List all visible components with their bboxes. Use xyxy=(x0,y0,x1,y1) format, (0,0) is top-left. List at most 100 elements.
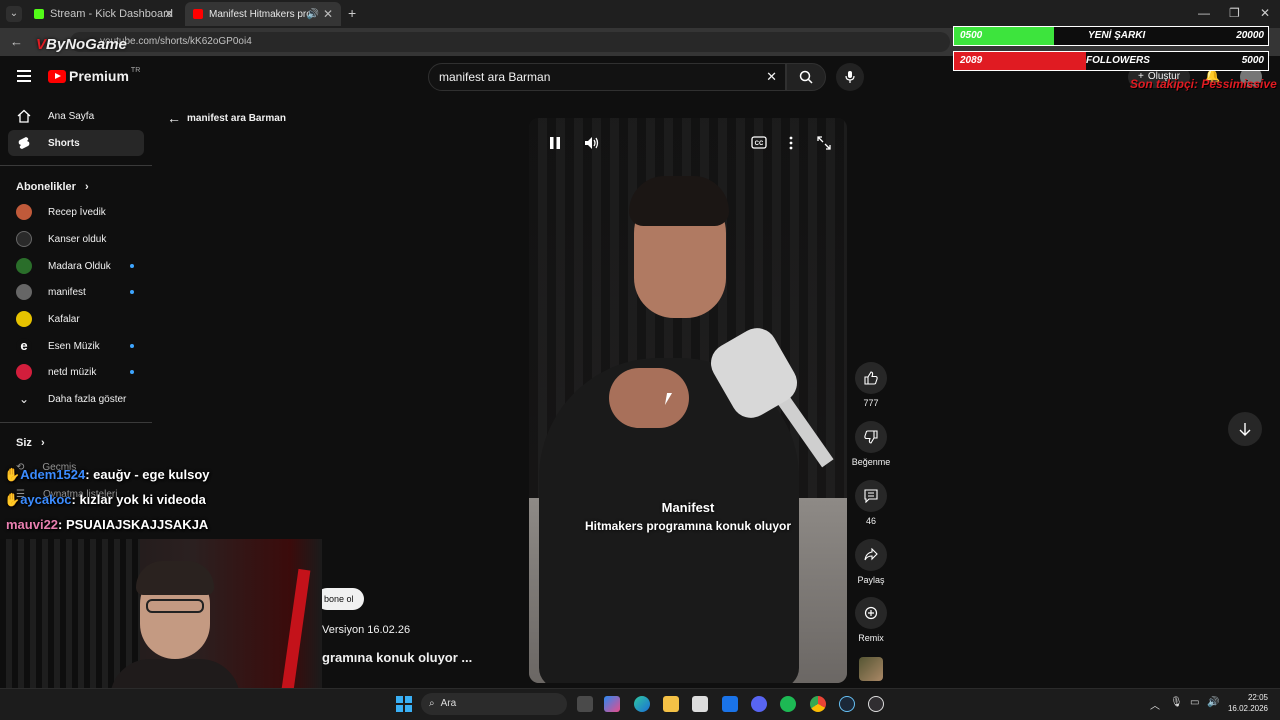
sidebar-item-shorts[interactable]: Shorts xyxy=(8,130,144,156)
fullscreen-button[interactable] xyxy=(817,136,831,155)
monitor-tray-icon[interactable]: ▭ xyxy=(1190,697,1199,708)
sidebar-sub-recep-ivedik[interactable]: Recep İvedik xyxy=(8,199,144,225)
menu-icon[interactable] xyxy=(17,70,31,82)
browser-tab-bar: ⌄ Stream - Kick Dashboard ✕ Manifest Hit… xyxy=(0,0,1280,28)
more-options-button[interactable] xyxy=(789,136,793,155)
back-to-search[interactable]: ← manifest ara Barman xyxy=(167,110,286,126)
close-tab-icon[interactable]: ✕ xyxy=(323,7,333,21)
sidebar: Ana Sayfa Shorts Abonelikler › Recep İve… xyxy=(0,100,152,460)
obs-icon[interactable] xyxy=(868,696,884,712)
shorts-icon xyxy=(16,135,32,151)
voice-search-button[interactable] xyxy=(836,63,864,91)
spotify-icon[interactable] xyxy=(780,696,796,712)
remix-label: Remix xyxy=(858,633,884,643)
video-version: Versiyon 16.02.26 xyxy=(322,624,411,636)
clock-date: 16.02.2026 xyxy=(1227,704,1268,713)
captions-button[interactable]: CC xyxy=(751,136,767,154)
arrow-down-icon xyxy=(1239,423,1251,436)
avatar xyxy=(16,284,32,300)
store-icon[interactable] xyxy=(692,696,708,712)
channel-thumbnail[interactable] xyxy=(859,657,883,681)
pause-button[interactable] xyxy=(549,136,561,155)
sidebar-divider xyxy=(0,165,152,166)
chat-emote-icon: ✋ xyxy=(4,492,21,507)
pause-icon xyxy=(550,137,560,149)
clear-search-icon[interactable]: ✕ xyxy=(766,64,777,90)
youtube-icon xyxy=(193,9,203,19)
search-input[interactable]: manifest ara Barman ✕ xyxy=(428,63,786,91)
song-goal-bar: 0500 YENİ ŞARKI 20000 xyxy=(953,26,1269,46)
tray-chevron-icon[interactable]: ︿ xyxy=(1150,697,1160,712)
avatar xyxy=(16,204,32,220)
comments-button[interactable]: 46 xyxy=(850,480,892,526)
chevron-right-icon: › xyxy=(84,181,89,193)
next-video-button[interactable] xyxy=(1228,412,1262,446)
close-tab-icon[interactable]: ✕ xyxy=(164,7,174,21)
chat-message: mauvi22: PSUAIAJSKAJJSAKJA xyxy=(6,517,208,532)
search-icon: ⌕ xyxy=(429,698,435,709)
person-hair xyxy=(629,176,729,226)
sidebar-sub-netd-muzik[interactable]: netd müzik xyxy=(8,359,144,385)
dislike-label: Beğenme xyxy=(851,457,891,467)
task-view-icon[interactable] xyxy=(577,696,593,712)
share-label: Paylaş xyxy=(857,575,885,585)
volume-tray-icon[interactable]: 🔊 xyxy=(1207,697,1219,708)
follower-goal-current: 2089 xyxy=(960,55,983,66)
thumbs-down-icon xyxy=(864,430,878,444)
share-button[interactable]: Paylaş xyxy=(850,539,892,585)
edge-icon[interactable] xyxy=(634,696,650,712)
mic-tray-icon[interactable]: 🎙 xyxy=(1170,697,1183,708)
back-icon[interactable]: ← xyxy=(10,34,23,49)
comment-count: 46 xyxy=(865,516,876,526)
last-follower-text: Son takipçi: Pessimissive xyxy=(1130,77,1277,91)
hands xyxy=(609,368,689,428)
speaker-icon[interactable]: 🔊 xyxy=(307,9,319,20)
arrow-left-icon: ← xyxy=(167,110,181,126)
windows-logo-icon xyxy=(396,696,403,703)
sidebar-sub-esen-muzik[interactable]: e Esen Müzik xyxy=(8,333,144,359)
more-vert-icon xyxy=(789,136,793,150)
url-field[interactable]: youtube.com/shorts/kK62oGP0oi4 xyxy=(70,32,950,52)
close-window-icon[interactable]: ✕ xyxy=(1260,6,1270,20)
outlook-icon[interactable] xyxy=(722,696,738,712)
subscribe-button[interactable]: bone ol xyxy=(316,588,364,610)
minimize-icon[interactable]: — xyxy=(1198,6,1210,20)
sidebar-divider xyxy=(0,422,152,423)
file-explorer-icon[interactable] xyxy=(663,696,679,712)
chat-text: : eauğv - ege kulsoy xyxy=(85,467,210,482)
copilot-icon[interactable] xyxy=(604,696,620,712)
new-tab-button[interactable]: + xyxy=(348,5,356,21)
remix-button[interactable]: Remix xyxy=(850,597,892,643)
streamer-glasses xyxy=(146,599,204,613)
tab-youtube-short[interactable]: Manifest Hitmakers program 🔊 ✕ xyxy=(185,2,341,26)
like-button[interactable]: 777 xyxy=(850,362,892,408)
video-caption-subtitle: Hitmakers programına konuk oluyor xyxy=(584,519,792,533)
volume-icon xyxy=(585,137,599,149)
avatar xyxy=(16,364,32,380)
taskbar-search[interactable]: ⌕ Ara xyxy=(421,693,567,715)
tab-list-icon[interactable]: ⌄ xyxy=(6,6,22,22)
volume-button[interactable] xyxy=(584,136,600,155)
you-heading[interactable]: Siz › xyxy=(16,437,45,449)
subscriptions-heading[interactable]: Abonelikler › xyxy=(16,181,89,193)
show-more-button[interactable]: ⌄ Daha fazla göster xyxy=(8,386,144,412)
youtube-logo[interactable]: Premium TR xyxy=(48,67,140,84)
sidebar-item-home[interactable]: Ana Sayfa xyxy=(8,103,144,129)
video-title[interactable]: gramına konuk oluyor ... xyxy=(322,650,472,665)
steam-icon[interactable] xyxy=(839,696,855,712)
search-button[interactable] xyxy=(786,63,826,91)
sidebar-sub-kafalar[interactable]: Kafalar xyxy=(8,306,144,332)
shorts-video-player[interactable]: CC Manifest Hitmakers programına konuk o… xyxy=(529,118,847,683)
discord-icon[interactable] xyxy=(751,696,767,712)
sidebar-sub-madara-olduk[interactable]: Madara Olduk xyxy=(8,253,144,279)
restore-icon[interactable]: ❐ xyxy=(1229,6,1240,20)
song-goal-label: YENİ ŞARKI xyxy=(1088,30,1146,41)
taskbar-clock[interactable]: 22:05 16.02.2026 xyxy=(1222,692,1268,714)
sidebar-sub-manifest[interactable]: manifest xyxy=(8,279,144,305)
dislike-button[interactable]: Beğenme xyxy=(850,421,892,467)
chrome-icon[interactable] xyxy=(810,696,826,712)
cc-icon: CC xyxy=(751,136,767,149)
sidebar-sub-kanser-olduk[interactable]: Kanser olduk xyxy=(8,226,144,252)
tab-kick-dashboard[interactable]: Stream - Kick Dashboard ✕ xyxy=(26,2,182,26)
start-button[interactable] xyxy=(396,696,412,712)
